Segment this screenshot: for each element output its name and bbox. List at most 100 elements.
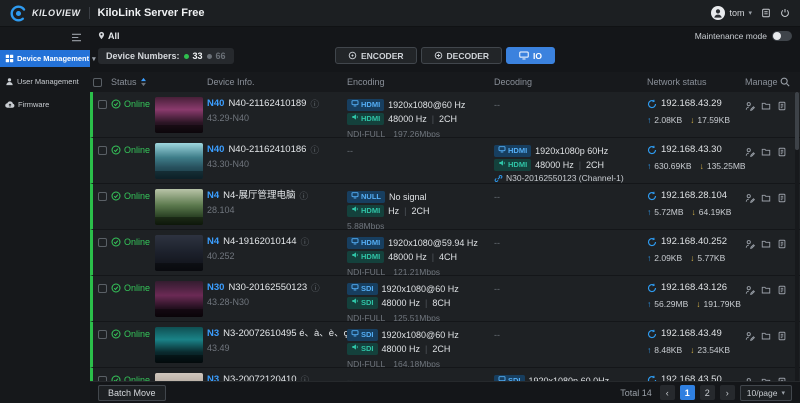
user-menu[interactable]: tom ▾ — [711, 6, 752, 20]
manage-log-icon[interactable] — [777, 147, 787, 183]
info-icon[interactable]: ⓘ — [301, 236, 310, 248]
device-name: N3-20072120410 — [223, 374, 297, 381]
page-size-select[interactable]: 10/page ▾ — [739, 384, 792, 401]
column-manage: Manage — [745, 77, 778, 87]
sidebar-item-device-management[interactable]: Device Management ▾ — [0, 50, 96, 67]
manage-log-icon[interactable] — [777, 331, 787, 367]
info-icon[interactable]: ⓘ — [301, 374, 310, 381]
manage-user-icon[interactable] — [745, 239, 755, 275]
channel-count: 2CH — [411, 206, 430, 216]
media-cell: -- — [494, 184, 647, 229]
device-subtitle: 43.28-N30 — [207, 297, 250, 307]
manage-file-icon[interactable] — [761, 331, 771, 367]
row-checkbox[interactable] — [97, 100, 107, 109]
row-checkbox[interactable] — [97, 284, 107, 293]
network-refresh-icon[interactable] — [647, 329, 657, 339]
empty-value: -- — [494, 192, 500, 202]
info-icon[interactable]: ⓘ — [310, 98, 319, 110]
collapse-icon[interactable] — [0, 27, 90, 50]
sort-icon[interactable] — [140, 77, 147, 87]
main-content: All Maintenance mode Device Numbers: 33 … — [90, 27, 800, 403]
download-rate: 23.54KB — [697, 345, 731, 355]
power-icon[interactable] — [780, 8, 790, 18]
manage-log-icon[interactable] — [777, 239, 787, 275]
scrollbar-thumb[interactable] — [795, 92, 799, 150]
search-icon[interactable] — [780, 77, 790, 87]
device-thumbnail — [155, 281, 203, 317]
tab-encoder[interactable]: ENCODER — [334, 47, 417, 64]
manage-user-icon[interactable] — [745, 193, 755, 229]
audio-format: 48000 Hz — [535, 160, 574, 170]
thumbnail-cell — [155, 322, 207, 367]
manage-log-icon[interactable] — [777, 101, 787, 137]
manage-user-icon[interactable] — [745, 101, 755, 137]
manage-user-icon[interactable] — [745, 331, 755, 367]
video-line: HDMI 1920x1080@59.94 Hz — [347, 236, 494, 250]
manage-user-icon[interactable] — [745, 285, 755, 321]
page-button-1[interactable]: 1 — [679, 385, 695, 400]
manage-user-icon[interactable] — [745, 147, 755, 183]
network-refresh-icon[interactable] — [647, 283, 657, 293]
manage-file-icon[interactable] — [761, 239, 771, 275]
ndi-mode: NDI-FULL — [347, 313, 386, 321]
network-refresh-icon[interactable] — [647, 237, 657, 247]
prev-page-button[interactable]: ‹ — [659, 385, 675, 400]
document-icon[interactable] — [761, 8, 771, 18]
manage-file-icon[interactable] — [761, 147, 771, 183]
video-line: HDMI 1920x1080@60 Hz — [347, 98, 494, 112]
column-status: Status — [111, 77, 137, 87]
download-rate: 17.59KB — [697, 115, 731, 125]
network-refresh-icon[interactable] — [647, 191, 657, 201]
chevron-down-icon: ▾ — [92, 55, 96, 63]
status-cell: Online — [111, 92, 155, 137]
manage-log-icon[interactable] — [777, 193, 787, 229]
network-refresh-icon[interactable] — [647, 145, 657, 155]
empty-value: -- — [494, 330, 500, 340]
network-refresh-icon[interactable] — [647, 99, 657, 109]
rate-line: ↑ 630.69KB ↓ 135.25MB — [647, 161, 745, 171]
monitor-icon — [351, 190, 359, 204]
select-all-checkbox[interactable] — [93, 77, 102, 87]
next-page-button[interactable]: › — [719, 385, 735, 400]
video-format: 1920x1080@59.94 Hz — [388, 238, 478, 248]
audio-line: HDMI 48000 Hz | 2CH — [347, 112, 494, 126]
ndi-line: NDI-FULL 125.51Mbps — [347, 312, 494, 321]
row-checkbox[interactable] — [97, 146, 107, 155]
row-checkbox[interactable] — [97, 238, 107, 247]
media-cell: -- — [494, 230, 647, 275]
info-icon[interactable]: ⓘ — [299, 190, 308, 202]
sidebar-item-user-management[interactable]: User Management — [0, 73, 90, 90]
row-checkbox[interactable] — [97, 330, 107, 339]
down-arrow: ↓ — [690, 345, 695, 355]
thumbnail-cell — [155, 184, 207, 229]
grid-icon — [5, 54, 14, 63]
chevron-down-icon: ▾ — [781, 389, 785, 397]
page-button-2[interactable]: 2 — [699, 385, 715, 400]
checkbox-cell — [93, 276, 111, 321]
check-circle-icon — [111, 237, 121, 247]
ip-line: 192.168.28.104 — [647, 190, 745, 202]
media-cell: -- — [494, 276, 647, 321]
manage-file-icon[interactable] — [761, 285, 771, 321]
tab-decoder[interactable]: DECODER — [420, 47, 503, 64]
info-icon[interactable]: ⓘ — [310, 144, 319, 156]
up-arrow: ↑ — [647, 115, 652, 125]
maintenance-toggle[interactable] — [772, 30, 792, 41]
info-icon[interactable]: ⓘ — [311, 282, 320, 294]
video-badge: NULL — [347, 191, 385, 203]
device-title: N30 N30-20162550123 ⓘ — [207, 282, 347, 294]
check-circle-icon — [111, 283, 121, 293]
table-row: Online N30 N30-20162550123 ⓘ 43.28-N30 SDI 192… — [90, 276, 800, 322]
sidebar-item-label: Firmware — [18, 100, 50, 109]
tab-io[interactable]: IO — [506, 47, 556, 64]
sidebar-item-firmware[interactable]: Firmware — [0, 96, 90, 113]
manage-log-icon[interactable] — [777, 285, 787, 321]
manage-file-icon[interactable] — [761, 193, 771, 229]
batch-move-button[interactable]: Batch Move — [98, 384, 166, 401]
manage-file-icon[interactable] — [761, 101, 771, 137]
row-checkbox[interactable] — [97, 192, 107, 201]
device-numbers-pill: Device Numbers: 33 66 — [98, 48, 234, 64]
bitrate: 121.21Mbps — [393, 267, 441, 275]
device-model: N30 — [207, 282, 225, 293]
location-filter[interactable]: All — [98, 31, 120, 41]
